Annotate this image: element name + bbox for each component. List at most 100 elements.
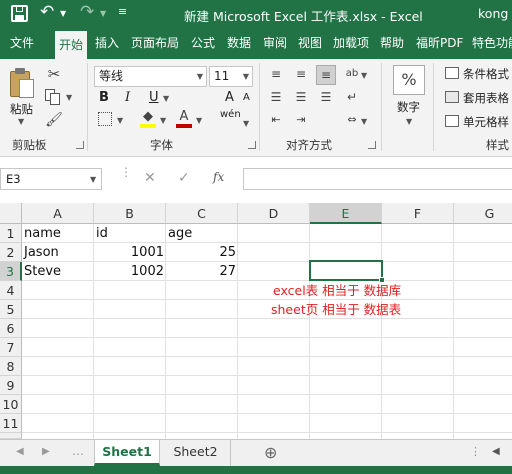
more-sheets-icon[interactable]: … — [72, 444, 84, 458]
align-right-icon[interactable]: ☰ — [318, 90, 334, 104]
cell-e4-note[interactable]: excel表 相当于 数据库 — [273, 281, 401, 300]
undo-icon[interactable]: ↶ — [40, 2, 54, 22]
tab-addins[interactable]: 加载项 — [333, 28, 369, 59]
merge-dropdown-icon[interactable]: ▼ — [361, 117, 367, 126]
user-name[interactable]: kong — [478, 6, 508, 21]
cut-icon[interactable]: ✂ — [45, 65, 63, 83]
grow-font-button[interactable]: A — [225, 90, 234, 105]
borders-icon[interactable] — [98, 112, 112, 126]
formula-input[interactable] — [243, 168, 512, 190]
merge-center-icon[interactable]: ⇔ — [343, 111, 361, 127]
underline-button[interactable]: U — [149, 90, 159, 105]
enter-icon[interactable]: ✓ — [178, 170, 190, 186]
cell-e5-note[interactable]: sheet页 相当于 数据表 — [271, 300, 401, 319]
formula-bar-handle-icon[interactable]: ⋮ — [120, 166, 132, 178]
format-as-table-icon[interactable] — [445, 91, 459, 103]
clipboard-launcher-icon[interactable] — [76, 141, 84, 149]
cell-b3[interactable]: 1002 — [94, 262, 166, 281]
redo-dropdown-icon[interactable]: ▼ — [100, 9, 106, 18]
row-header[interactable]: 7 — [0, 338, 22, 357]
shrink-font-button[interactable]: A — [243, 92, 250, 103]
cell-c3[interactable]: 27 — [166, 262, 238, 281]
font-launcher-icon[interactable] — [248, 141, 256, 149]
cell-styles-icon[interactable] — [445, 115, 459, 127]
column-header-f[interactable]: F — [382, 203, 454, 224]
previous-sheet-icon[interactable]: ◀ — [16, 446, 24, 457]
sheet-tab-sheet2[interactable]: Sheet2 — [161, 440, 231, 466]
tab-help[interactable]: 帮助 — [380, 28, 404, 59]
cell-c1[interactable]: age — [168, 224, 238, 243]
column-header-c[interactable]: C — [166, 203, 238, 224]
name-box[interactable]: E3 — [0, 168, 102, 190]
sheet-tab-sheet1[interactable]: Sheet1 — [94, 440, 160, 466]
tab-data[interactable]: 数据 — [227, 28, 251, 59]
font-size-select[interactable]: 11 ▼ — [209, 66, 253, 87]
tab-insert[interactable]: 插入 — [95, 28, 119, 59]
selected-cell-e3[interactable] — [309, 260, 383, 281]
align-bottom-icon[interactable]: ≡ — [316, 65, 336, 85]
conditional-format-button[interactable]: 条件格式 — [463, 66, 509, 82]
cell-b1[interactable]: id — [96, 224, 166, 243]
row-header[interactable]: 3 — [0, 262, 22, 281]
column-header-g[interactable]: G — [454, 203, 512, 224]
cancel-icon[interactable]: ✕ — [144, 170, 156, 186]
name-box-dropdown-icon[interactable]: ▼ — [90, 175, 96, 184]
insert-function-icon[interactable]: fx — [213, 170, 224, 184]
tab-formulas[interactable]: 公式 — [191, 28, 215, 59]
conditional-format-icon[interactable] — [445, 67, 459, 79]
font-color-dropdown-icon[interactable]: ▼ — [196, 116, 202, 125]
undo-dropdown-icon[interactable]: ▼ — [60, 9, 66, 18]
fill-color-dropdown-icon[interactable]: ▼ — [160, 116, 166, 125]
row-header[interactable]: 1 — [0, 224, 22, 243]
column-header-b[interactable]: B — [94, 203, 166, 224]
column-header-e[interactable]: E — [310, 203, 382, 224]
add-sheet-icon[interactable]: ⊕ — [264, 443, 277, 462]
tab-file[interactable]: 文件 — [10, 28, 34, 59]
cell-a1[interactable]: name — [24, 224, 94, 243]
tab-view[interactable]: 视图 — [298, 28, 322, 59]
font-name-select[interactable]: 等线 ▼ — [94, 66, 207, 87]
column-header-d[interactable]: D — [238, 203, 310, 224]
row-header[interactable]: 4 — [0, 281, 22, 300]
align-top-icon[interactable]: ≡ — [268, 67, 284, 81]
wrap-text-icon[interactable]: ↵ — [343, 89, 361, 105]
column-header-a[interactable]: A — [22, 203, 94, 224]
borders-dropdown-icon[interactable]: ▼ — [117, 116, 123, 125]
italic-button[interactable]: I — [125, 90, 130, 105]
decrease-indent-icon[interactable]: ⇤ — [268, 112, 284, 126]
increase-indent-icon[interactable]: ⇥ — [293, 112, 309, 126]
cell-a2[interactable]: Jason — [24, 243, 94, 262]
customize-toolbar-icon[interactable]: ≡ — [118, 5, 127, 18]
format-as-table-button[interactable]: 套用表格 — [463, 90, 509, 106]
row-header[interactable]: 11 — [0, 414, 22, 433]
tab-review[interactable]: 审阅 — [263, 28, 287, 59]
number-format-label[interactable]: 数字 — [397, 99, 420, 115]
phonetic-dropdown-icon[interactable]: ▼ — [243, 119, 249, 128]
next-sheet-icon[interactable]: ▶ — [42, 446, 50, 457]
horizontal-scroll-handle-icon[interactable]: ⋮ — [470, 445, 481, 458]
save-icon[interactable] — [11, 5, 28, 22]
align-center-icon[interactable]: ☰ — [293, 90, 309, 104]
paste-icon[interactable] — [8, 67, 36, 99]
cell-styles-button[interactable]: 单元格样 — [463, 114, 509, 130]
row-header[interactable]: 10 — [0, 395, 22, 414]
percent-icon[interactable]: % — [393, 65, 425, 95]
format-painter-icon[interactable]: 🖌 — [45, 111, 63, 129]
underline-dropdown-icon[interactable]: ▼ — [163, 94, 169, 103]
select-all-corner[interactable] — [0, 203, 22, 224]
copy-icon[interactable] — [44, 88, 62, 106]
alignment-launcher-icon[interactable] — [368, 141, 376, 149]
fill-color-icon[interactable]: ◆ — [140, 110, 156, 128]
tab-page-layout[interactable]: 页面布局 — [131, 28, 179, 59]
row-header[interactable]: 6 — [0, 319, 22, 338]
paste-label[interactable]: 粘贴 — [10, 101, 33, 117]
number-dropdown-icon[interactable]: ▼ — [406, 117, 412, 126]
row-header[interactable]: 5 — [0, 300, 22, 319]
tab-foxit-pdf[interactable]: 福昕PDF — [416, 28, 463, 59]
row-header[interactable]: 9 — [0, 376, 22, 395]
align-middle-icon[interactable]: ≡ — [293, 67, 309, 81]
redo-icon[interactable]: ↷ — [80, 2, 94, 22]
tab-home[interactable]: 开始 — [55, 31, 88, 59]
font-color-icon[interactable]: A — [176, 110, 192, 128]
paste-dropdown-icon[interactable]: ▼ — [18, 117, 24, 126]
